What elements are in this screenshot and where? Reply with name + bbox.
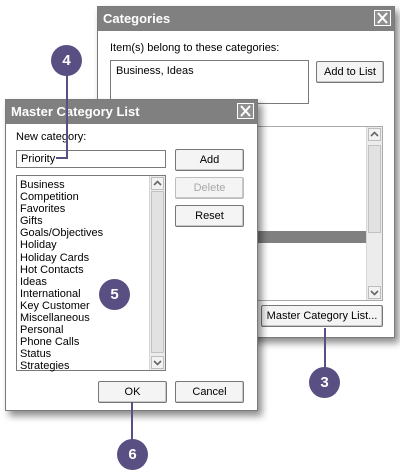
categories-prompt: Item(s) belong to these categories: (110, 42, 280, 54)
callout-6-line (131, 402, 133, 442)
scroll-up-arrow[interactable] (368, 128, 381, 141)
scroll-thumb[interactable] (368, 145, 381, 233)
new-category-label: New category: (16, 131, 87, 143)
list-item[interactable]: Favorites (20, 203, 103, 215)
scroll-down-arrow[interactable] (368, 286, 381, 299)
list-item[interactable]: Business (20, 179, 103, 191)
chevron-down-icon (152, 359, 163, 371)
scroll-down-arrow[interactable] (151, 356, 164, 369)
close-icon (238, 104, 253, 118)
chevron-down-icon (369, 289, 380, 301)
close-icon (375, 11, 390, 25)
categories-title: Categories (103, 11, 171, 26)
add-to-list-button[interactable]: Add to List (316, 61, 384, 83)
ok-button[interactable]: OK (98, 381, 167, 403)
master-category-list-dialog: Master Category List New category: Prior… (5, 99, 258, 411)
callout-6: 6 (117, 439, 148, 470)
scroll-up-arrow[interactable] (151, 177, 164, 190)
scroll-thumb[interactable] (151, 191, 164, 353)
list-item[interactable]: International (20, 288, 103, 300)
master-categories-items: Business Competition Favorites Gifts Goals/O… (20, 179, 103, 373)
selected-category-highlight[interactable] (254, 231, 366, 243)
list-item[interactable]: Gifts (20, 215, 103, 227)
delete-button[interactable]: Delete (175, 177, 244, 199)
callout-4-line (66, 70, 68, 159)
callout-3: 3 (309, 367, 340, 398)
list-item[interactable]: Status (20, 348, 103, 360)
assigned-categories-value: Business, Ideas (116, 65, 194, 77)
assigned-categories-field[interactable]: Business, Ideas (110, 60, 309, 104)
available-categories-list[interactable] (253, 126, 383, 301)
categories-titlebar[interactable]: Categories (98, 7, 394, 31)
callout-4: 4 (51, 45, 82, 76)
master-title: Master Category List (11, 104, 140, 119)
categories-list-scrollbar[interactable] (366, 127, 382, 300)
cancel-button[interactable]: Cancel (175, 381, 244, 403)
list-item[interactable]: Phone Calls (20, 336, 103, 348)
list-item[interactable]: Personal (20, 324, 103, 336)
callout-4-line-tick (56, 157, 68, 159)
list-item[interactable]: Hot Contacts (20, 264, 103, 276)
list-item[interactable]: Key Customer (20, 300, 103, 312)
reset-button[interactable]: Reset (175, 205, 244, 227)
list-item[interactable]: Goals/Objectives (20, 227, 103, 239)
list-item[interactable]: Miscellaneous (20, 312, 103, 324)
callout-5: 5 (99, 279, 130, 310)
new-category-input[interactable]: Priority (16, 150, 166, 168)
list-item[interactable]: Holiday (20, 239, 103, 251)
categories-close-button[interactable] (374, 10, 391, 26)
callout-3-line (324, 328, 326, 370)
list-item[interactable]: Ideas (20, 276, 103, 288)
chevron-up-icon (369, 131, 380, 143)
master-list-scrollbar[interactable] (149, 176, 165, 370)
master-titlebar[interactable]: Master Category List (6, 100, 257, 124)
master-close-button[interactable] (237, 103, 254, 119)
add-button[interactable]: Add (175, 149, 244, 171)
master-category-list-button[interactable]: Master Category List... (261, 305, 383, 327)
list-item[interactable]: Strategies (20, 360, 103, 372)
master-categories-list[interactable]: Business Competition Favorites Gifts Goals/O… (16, 175, 166, 373)
new-category-value: Priority (21, 153, 56, 165)
list-item[interactable]: Holiday Cards (20, 252, 103, 264)
list-item[interactable]: Competition (20, 191, 103, 203)
